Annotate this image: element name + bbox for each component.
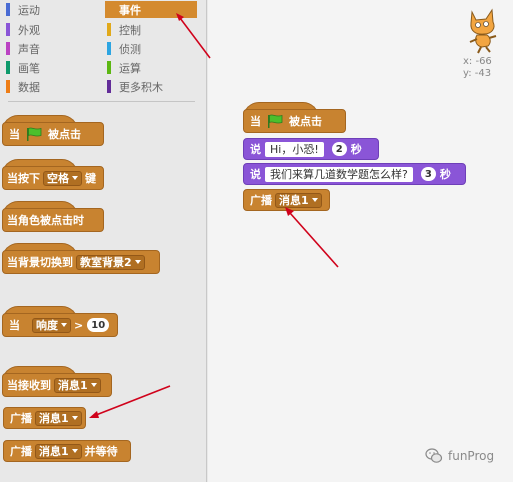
category-motion[interactable]: 运动 (4, 1, 94, 18)
block-text: 并等待 (84, 445, 118, 458)
watermark-text: funProg (448, 449, 495, 463)
category-pen[interactable]: 画笔 (4, 59, 94, 76)
say-text-input[interactable]: 我们来算几道数学题怎么样? (265, 166, 413, 182)
block-text: 说 (250, 168, 261, 181)
category-divider (8, 101, 195, 102)
sensor-dropdown[interactable]: 响度 (32, 317, 71, 333)
dropdown-value: 消息1 (58, 379, 88, 392)
dropdown-value: 空格 (47, 172, 69, 185)
dropdown-value: 消息1 (279, 194, 309, 207)
block-text: 当按下 (7, 172, 40, 185)
category-swatch (107, 3, 111, 16)
category-swatch (107, 23, 111, 36)
category-more-blocks[interactable]: 更多积木 (105, 78, 195, 95)
sprite-x-coordinate: x: -66 (463, 56, 492, 67)
category-swatch (6, 80, 10, 93)
message-dropdown[interactable]: 消息1 (54, 377, 101, 393)
backdrop-dropdown[interactable]: 教室背景2 (76, 254, 145, 270)
block-text: 当接收到 (7, 379, 51, 392)
block-text: 广播 (250, 194, 272, 207)
seconds-input[interactable]: 3 (420, 167, 436, 181)
dropdown-value: 教室背景2 (80, 256, 132, 269)
threshold-input[interactable]: 10 (87, 318, 110, 332)
green-flag-icon (27, 127, 42, 141)
block-text: 说 (250, 143, 261, 156)
block-text: > (74, 318, 84, 332)
broadcast-block[interactable]: 广播 消息1 (3, 407, 86, 429)
category-label: 控制 (119, 23, 141, 37)
category-label: 更多积木 (119, 80, 163, 94)
dropdown-value: 消息1 (39, 412, 69, 425)
block-text: 当 (9, 319, 20, 332)
category-swatch (107, 42, 111, 55)
dropdown-arrow-icon (71, 449, 78, 453)
category-label: 事件 (119, 3, 141, 17)
block-text: 秒 (350, 143, 362, 156)
message-dropdown[interactable]: 消息1 (35, 443, 82, 459)
category-data[interactable]: 数据 (4, 78, 94, 95)
block-text: 当 (9, 128, 20, 141)
category-swatch (6, 61, 10, 74)
category-looks[interactable]: 外观 (4, 21, 94, 38)
message-dropdown[interactable]: 消息1 (35, 410, 82, 426)
block-text: 广播 (10, 412, 32, 425)
category-label: 外观 (18, 23, 40, 37)
category-sound[interactable]: 声音 (4, 40, 94, 57)
green-flag-icon (268, 114, 283, 128)
block-text: 当角色被点击时 (7, 214, 84, 227)
category-label: 声音 (18, 42, 40, 56)
message-dropdown[interactable]: 消息1 (275, 192, 322, 208)
dropdown-arrow-icon (90, 383, 97, 387)
category-events[interactable]: 事件 (105, 1, 197, 18)
dropdown-arrow-icon (61, 323, 67, 327)
dropdown-arrow-icon (72, 176, 78, 180)
when-i-receive-block[interactable]: 当接收到 消息1 (2, 373, 112, 397)
category-label: 运动 (18, 3, 40, 17)
dropdown-value: 消息1 (39, 445, 69, 458)
dropdown-value: 响度 (36, 319, 58, 332)
dropdown-arrow-icon (311, 198, 318, 202)
block-text: 被点击 (289, 115, 322, 128)
wechat-icon (425, 448, 443, 463)
category-sensing[interactable]: 侦测 (105, 40, 195, 57)
say-for-seconds-block-1[interactable]: 说 Hi，小恐! 2 秒 (243, 138, 379, 160)
category-swatch (6, 23, 10, 36)
block-text: 键 (85, 172, 96, 185)
category-control[interactable]: 控制 (105, 21, 195, 38)
category-swatch (6, 3, 10, 16)
when-sprite-clicked-block[interactable]: 当角色被点击时 (2, 208, 104, 232)
when-sensor-greater-block[interactable]: 当 响度 > 10 (2, 313, 118, 337)
script-broadcast-block[interactable]: 广播 消息1 (243, 189, 330, 211)
block-text: 当 (250, 115, 261, 128)
dropdown-arrow-icon (71, 416, 78, 420)
watermark: funProg (425, 447, 494, 465)
cat-sprite-icon[interactable] (462, 6, 502, 54)
category-swatch (107, 61, 111, 74)
dropdown-arrow-icon (134, 260, 141, 264)
key-dropdown[interactable]: 空格 (43, 170, 82, 186)
block-text: 当背景切换到 (7, 256, 73, 269)
category-label: 侦测 (119, 42, 141, 56)
category-operators[interactable]: 运算 (105, 59, 195, 76)
category-label: 数据 (18, 80, 40, 94)
block-text: 被点击 (48, 128, 81, 141)
when-flag-clicked-block[interactable]: 当 被点击 (2, 122, 104, 146)
sprite-y-coordinate: y: -43 (463, 68, 492, 79)
block-palette: 运动 外观 声音 画笔 数据 事件 控制 侦测 运算 更多积木 当 被点击 当按… (0, 0, 207, 482)
block-text: 秒 (439, 168, 451, 181)
category-label: 运算 (119, 61, 141, 75)
block-text: 广播 (10, 445, 32, 458)
when-backdrop-switches-block[interactable]: 当背景切换到 教室背景2 (2, 250, 160, 274)
say-text-input[interactable]: Hi，小恐! (265, 141, 324, 157)
broadcast-and-wait-block[interactable]: 广播 消息1 并等待 (3, 440, 131, 462)
category-swatch (107, 80, 111, 93)
seconds-input[interactable]: 2 (331, 142, 347, 156)
category-swatch (6, 42, 10, 55)
when-key-pressed-block[interactable]: 当按下 空格 键 (2, 166, 104, 190)
category-label: 画笔 (18, 61, 40, 75)
say-for-seconds-block-2[interactable]: 说 我们来算几道数学题怎么样? 3 秒 (243, 163, 466, 185)
script-when-flag-clicked-block[interactable]: 当 被点击 (243, 109, 346, 133)
